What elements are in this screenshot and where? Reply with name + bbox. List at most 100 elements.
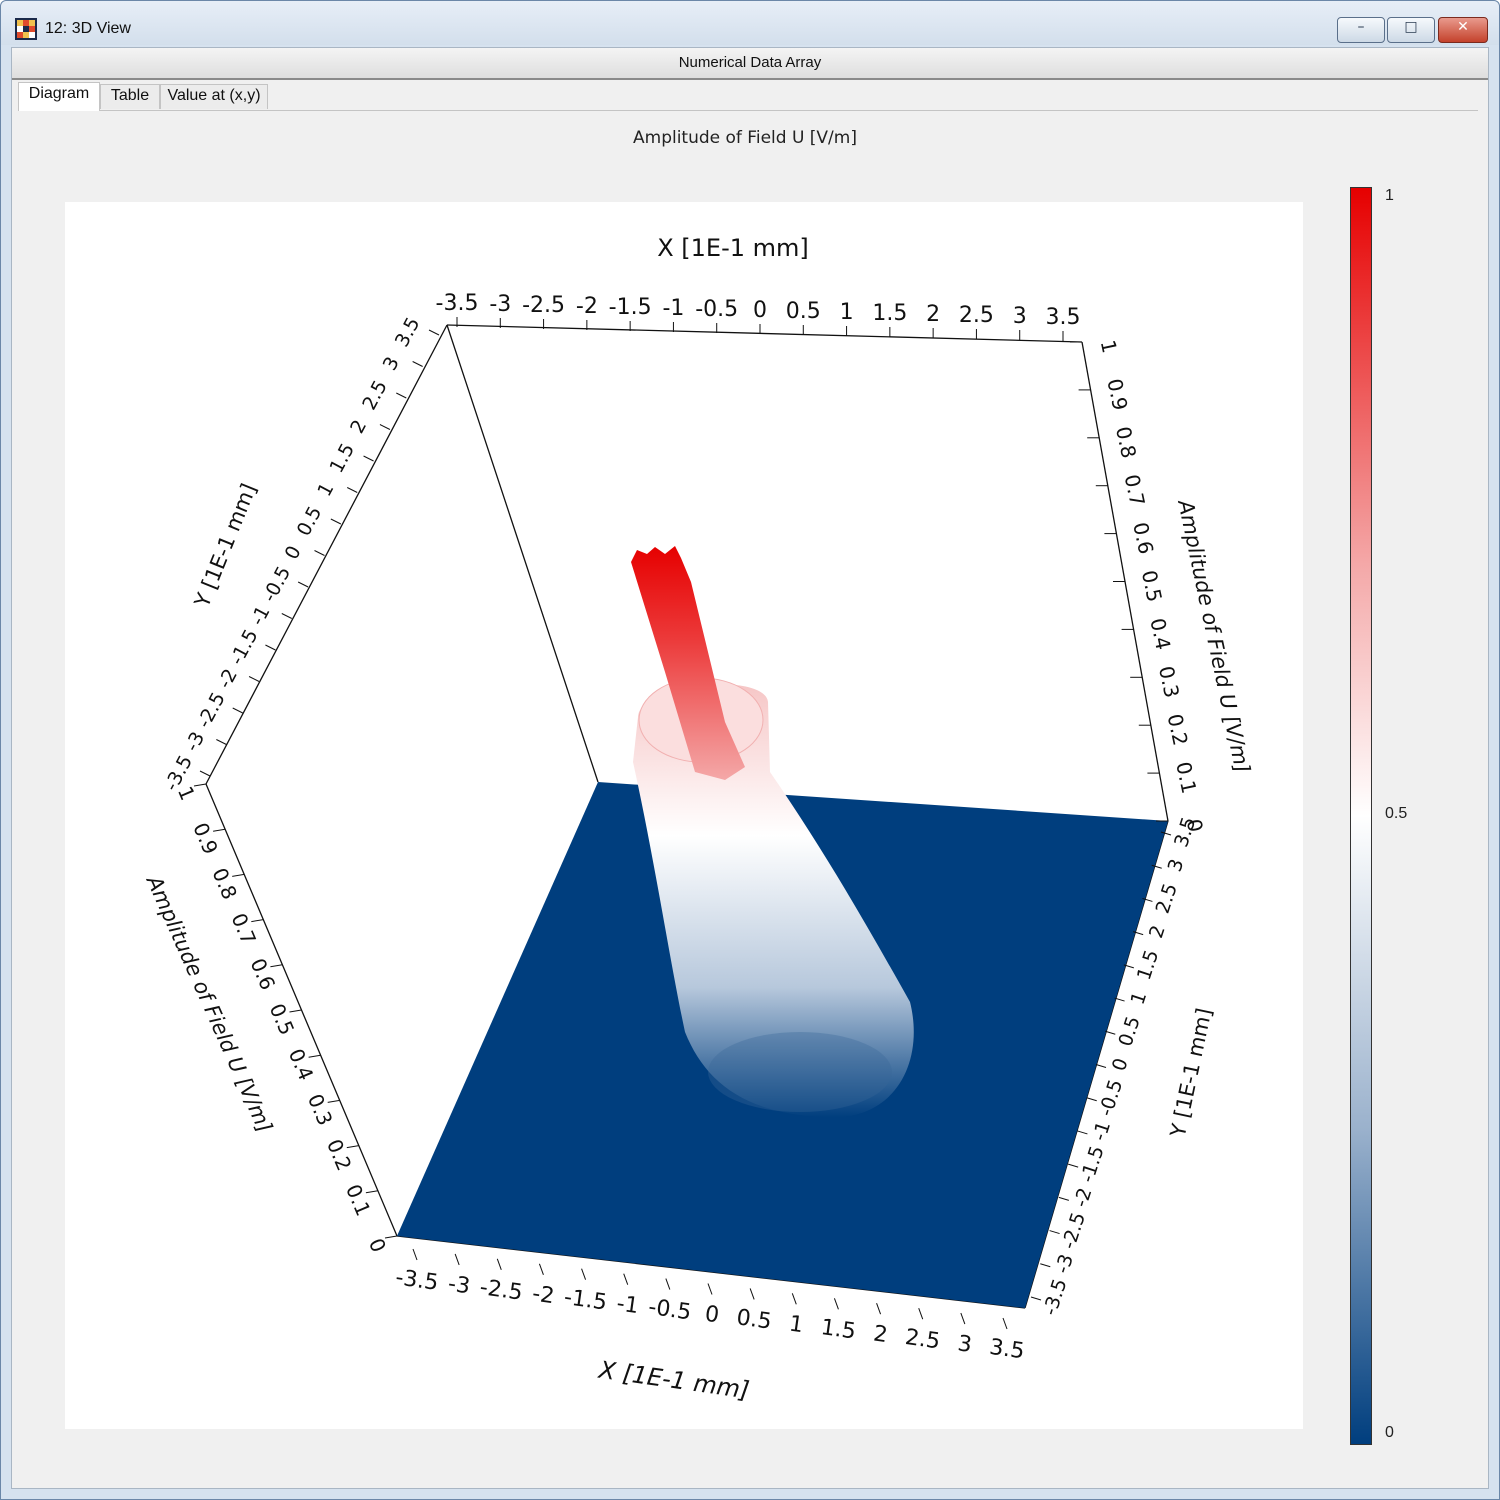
x-axis-top-tick-label: 2 (926, 302, 940, 327)
panel-header-text: Numerical Data Array (678, 54, 822, 71)
x-axis-top-tick-label: 1 (840, 300, 854, 325)
x-axis-top-tick-label: 2.5 (959, 303, 994, 328)
y-axis-left-tick-label: -2 (214, 665, 242, 692)
y-axis-right-tick-label: -2 (1070, 1185, 1097, 1210)
y-axis-right-tick-label: -2.5 (1058, 1210, 1090, 1252)
y-axis-right-tick (1086, 1097, 1097, 1102)
y-axis-left-tick (314, 550, 325, 556)
z-axis-left-tick-label: 0.2 (322, 1136, 357, 1175)
x-axis-bottom-tick (918, 1307, 924, 1320)
maximize-icon: □ (1404, 19, 1418, 35)
tab-diagram[interactable]: Diagram (18, 82, 100, 111)
x-axis-bottom-tick-label: 0 (703, 1302, 720, 1329)
tab-value-at-xy[interactable]: Value at (x,y) (160, 84, 268, 109)
colorbar-label-mid: 0.5 (1385, 805, 1408, 822)
y-axis-left-tick (248, 676, 260, 682)
y-axis-left-tick (412, 361, 423, 367)
x-axis-bottom-tick-label: -1.5 (562, 1285, 608, 1316)
y-axis-right-tick (1030, 1296, 1042, 1301)
panel-header: Numerical Data Array (12, 48, 1488, 80)
close-icon: ✕ (1457, 19, 1469, 35)
x-axis-bottom-tick-label: 0.5 (735, 1305, 773, 1335)
y-axis-left-tick-label: 0 (281, 542, 306, 563)
box-edge-vertical-back (446, 324, 599, 783)
x-axis-bottom-tick-label: 2.5 (904, 1325, 942, 1355)
y-axis-left-tick (363, 455, 374, 462)
x-axis-bottom-tick-label: 1 (788, 1312, 805, 1339)
x-axis-bottom-tick (749, 1288, 755, 1300)
y-axis-title-right: Y [1E-1 mm] (1166, 1006, 1217, 1140)
x-axis-bottom-tick (960, 1312, 966, 1325)
maximize-button[interactable]: □ (1387, 17, 1435, 43)
z-axis-right-tick-label: 0.8 (1111, 424, 1141, 460)
x-axis-bottom-tick (833, 1298, 839, 1310)
y-axis-right-tick (1058, 1196, 1070, 1201)
y-axis-right-tick (1040, 1263, 1051, 1268)
x-axis-bottom-tick-label: -3.5 (394, 1265, 440, 1296)
x-axis-bottom-tick (791, 1293, 797, 1305)
minimize-button[interactable]: – (1337, 17, 1385, 43)
surface-plot[interactable]: -3.5 -3 -2.5 -2 -1.5 -1 -0.5 0 0.5 1 1.5 2 2.5 3 3.5-3… (65, 202, 1303, 1429)
minimize-icon: – (1357, 19, 1365, 35)
y-axis-left-tick (297, 581, 309, 588)
y-axis-right-tick (1095, 1064, 1107, 1068)
window: 12: 3D View – □ ✕ Numerical Data Array D… (0, 0, 1500, 1500)
y-axis-left-tick (428, 329, 440, 336)
z-axis-left-tick-label: 0.4 (284, 1045, 319, 1084)
y-axis-left-tick-label: -1 (246, 602, 274, 629)
y-axis-left-tick-label: -0.5 (258, 563, 295, 606)
y-axis-right-tick-label: 0 (1108, 1055, 1133, 1073)
z-axis-left-tick-label: 0.5 (265, 1000, 300, 1039)
z-axis-right-tick-label: 1 (1096, 338, 1122, 355)
y-axis-right-tick (1049, 1230, 1060, 1235)
title-bar[interactable]: 12: 3D View – □ ✕ (1, 1, 1499, 45)
colorbar-label-max: 1 (1385, 187, 1394, 204)
client-area: Numerical Data Array Diagram Table Value… (11, 47, 1489, 1489)
y-axis-right-tick-label: -3 (1051, 1252, 1078, 1277)
y-axis-right-tick-label: 0.5 (1114, 1014, 1144, 1050)
y-axis-left-tick (232, 707, 243, 714)
y-axis-right-tick-label: 2.5 (1152, 881, 1182, 917)
y-axis-left-tick-label: -3 (181, 728, 209, 755)
x-axis-bottom-tick (665, 1278, 671, 1290)
x-axis-bottom-tick (538, 1263, 544, 1275)
x-axis-bottom-tick-label: -2.5 (478, 1275, 524, 1306)
tab-bar: Diagram Table Value at (x,y) (18, 82, 1478, 111)
app-icon (15, 18, 37, 40)
y-axis-left-tick (346, 487, 358, 493)
y-axis-right-tick-label: -1 (1088, 1119, 1115, 1144)
y-axis-left-tick (396, 392, 407, 399)
x-axis-bottom-tick-label: 3 (956, 1331, 973, 1358)
y-axis-left-tick (281, 613, 293, 619)
x-axis-bottom-tick (1002, 1317, 1008, 1330)
x-axis-bottom-tick-label: -0.5 (647, 1295, 693, 1326)
z-axis-right-tick-label: 0.5 (1137, 568, 1167, 604)
x-axis-bottom-tick (876, 1303, 882, 1315)
close-button[interactable]: ✕ (1438, 17, 1488, 43)
x-axis-top-tick-label: -3.5 (436, 291, 479, 316)
x-axis-top-tick-label: -3 (489, 292, 511, 317)
y-axis-left-tick-label: 1.5 (325, 440, 359, 477)
x-axis-top-tick-label: 3.5 (1046, 305, 1081, 330)
y-axis-left-tick-label: 2 (346, 416, 371, 437)
tab-table[interactable]: Table (100, 84, 160, 109)
x-axis-bottom-tick (623, 1273, 629, 1285)
x-axis-bottom-tick (412, 1248, 418, 1261)
y-axis-right-tick-label: -1.5 (1076, 1143, 1108, 1185)
y-axis-left-tick-label: 1 (313, 479, 338, 500)
surface-peak-shadow (708, 1032, 892, 1112)
z-axis-right-tick-label: 0.1 (1171, 760, 1201, 796)
plot-area[interactable]: -3.5 -3 -2.5 -2 -1.5 -1 -0.5 0 0.5 1 1.5 2 2.5 3 3.5 -3… (65, 202, 1303, 1429)
x-axis-top-tick-label: 3 (1013, 304, 1027, 329)
y-axis-right-tick (1067, 1163, 1079, 1168)
x-axis-bottom-tick-label: 3.5 (988, 1335, 1026, 1365)
x-axis-top-tick-label: 0.5 (786, 299, 821, 324)
y-axis-right-tick-label: 3 (1164, 856, 1189, 874)
y-axis-left-tick-label: 0.5 (293, 503, 327, 540)
y-axis-left-tick-label: -2.5 (193, 689, 230, 732)
x-axis-title-top: X [1E-1 mm] (657, 234, 809, 262)
x-axis-top-tick-label: -1.5 (609, 295, 652, 320)
y-axis-right-tick-label: -0.5 (1095, 1077, 1127, 1119)
z-axis-left-tick-label: 0.1 (341, 1181, 376, 1220)
y-axis-left-tick (216, 739, 227, 745)
